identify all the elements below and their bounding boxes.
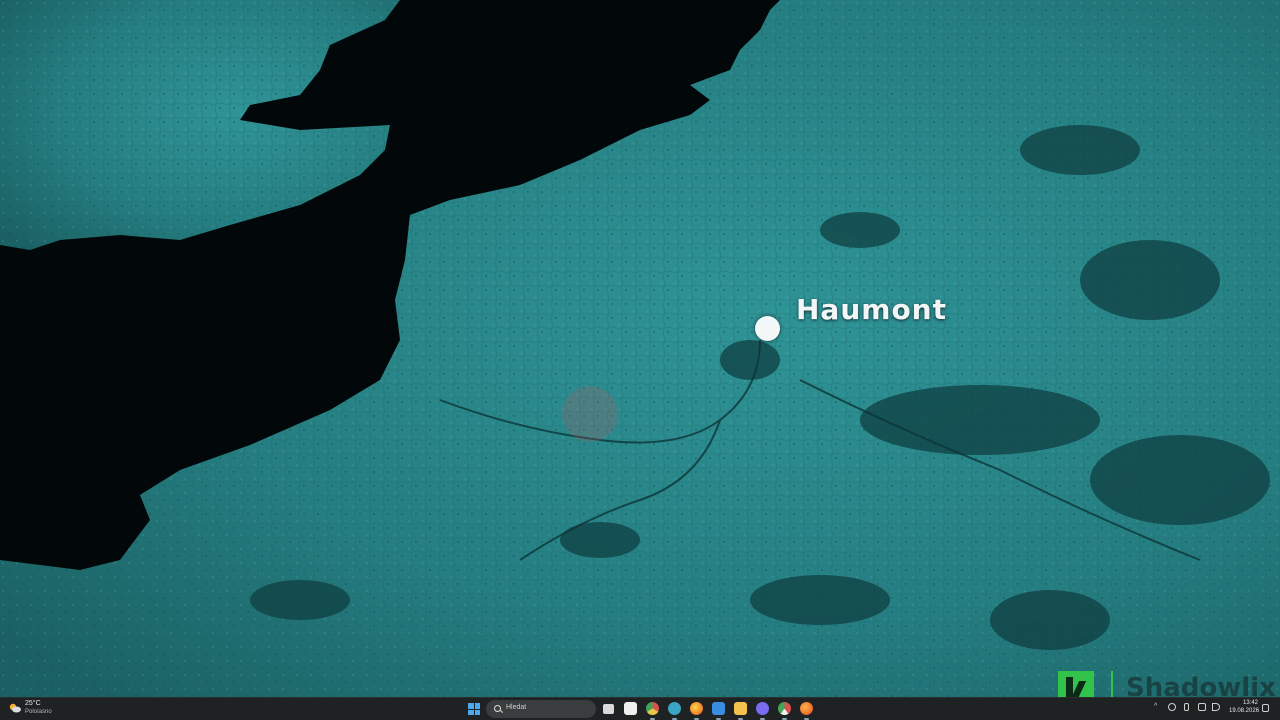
weather-condition: Poloíasno xyxy=(25,709,52,715)
weather-temperature: 25°C xyxy=(25,700,41,707)
search-icon xyxy=(494,705,501,712)
mail-icon[interactable] xyxy=(712,702,725,720)
windows-logo-icon xyxy=(468,703,474,709)
microphone-icon[interactable] xyxy=(1184,703,1189,711)
location-label: Haumont xyxy=(796,293,947,326)
messenger-icon[interactable] xyxy=(756,702,769,720)
map-terrain xyxy=(0,0,1280,697)
taskbar-search[interactable]: Hledat xyxy=(486,700,596,718)
volume-icon[interactable] xyxy=(1212,703,1220,711)
notifications-icon[interactable] xyxy=(1262,704,1269,712)
start-button[interactable] xyxy=(468,703,480,715)
clock-time[interactable]: 13:42 xyxy=(1243,700,1258,706)
task-view-icon[interactable] xyxy=(603,704,614,714)
file-explorer-icon[interactable] xyxy=(734,702,747,720)
taskbar: 25°C Poloíasno Hledat ^ 13:42 19.08.2026 xyxy=(0,697,1280,720)
store-icon[interactable] xyxy=(624,702,637,715)
chrome-icon[interactable] xyxy=(646,702,659,720)
chrome-dev-icon[interactable] xyxy=(778,702,791,720)
search-label: Hledat xyxy=(506,704,527,711)
satellite-map: Haumont xyxy=(0,0,1280,697)
onedrive-icon[interactable] xyxy=(1168,703,1176,711)
firefox-alt-icon[interactable] xyxy=(800,702,813,720)
network-icon[interactable] xyxy=(1198,703,1206,711)
show-hidden-icons-icon[interactable]: ^ xyxy=(1154,703,1157,710)
location-marker xyxy=(755,316,780,341)
partly-cloudy-icon xyxy=(9,703,21,713)
edge-icon[interactable] xyxy=(668,702,681,720)
firefox-icon[interactable] xyxy=(690,702,703,720)
clock-date[interactable]: 19.08.2026 xyxy=(1229,708,1259,714)
